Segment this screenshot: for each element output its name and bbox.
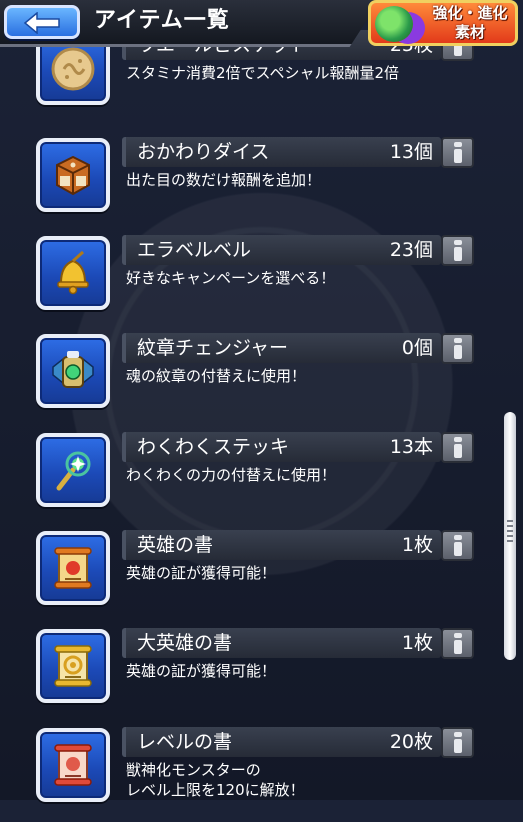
item-description: スタミナ消費2倍でスペシャル報酬量2倍: [126, 64, 400, 82]
emblem-changer-icon: [36, 334, 110, 408]
item-name: レベルの書: [137, 731, 233, 753]
info-button[interactable]: [441, 235, 474, 266]
info-button[interactable]: [441, 333, 474, 364]
item-count: 1枚: [401, 534, 433, 556]
material-button-label: 強化・進化 素材: [432, 4, 508, 41]
info-button[interactable]: [441, 530, 474, 561]
great-scroll-icon: [36, 629, 110, 703]
scrollbar-grip: [507, 520, 513, 544]
item-name-bar: レベルの書 20枚: [122, 727, 441, 757]
item-name: 紋章チェンジャー: [137, 337, 289, 359]
list-item[interactable]: おかわりダイス 13個 出た目の数だけ報酬を追加！: [0, 134, 523, 232]
info-button[interactable]: [441, 432, 474, 463]
info-icon: [454, 240, 462, 261]
item-description: 魂の紋章の付替えに使用！: [126, 367, 307, 385]
item-description: 英雄の証が獲得可能！: [126, 662, 277, 680]
item-name-bar: 紋章チェンジャー 0個: [122, 333, 441, 363]
item-count: 1枚: [401, 632, 433, 654]
item-name-bar: わくわくステッキ 13本: [122, 432, 441, 462]
item-list[interactable]: ウエールビスケット 25枚 スタミナ消費2倍でスペシャル報酬量2倍 おかわりダイ…: [0, 0, 523, 802]
item-count: 20枚: [389, 731, 433, 753]
item-count: 23個: [389, 239, 433, 261]
list-item[interactable]: エラベルベル 23個 好きなキャンペーンを選べる！: [0, 232, 523, 330]
info-icon: [454, 437, 462, 458]
item-name-bar: 英雄の書 1枚: [122, 530, 441, 560]
item-count: 13本: [389, 436, 433, 458]
dice-icon: [36, 138, 110, 212]
arrow-left-icon: [23, 12, 60, 34]
enhance-evolve-material-button[interactable]: 強化・進化 素材: [368, 0, 518, 46]
info-button[interactable]: [441, 137, 474, 168]
item-name: わくわくステッキ: [137, 436, 290, 458]
back-button[interactable]: [4, 5, 80, 39]
item-description: 出た目の数だけ報酬を追加！: [126, 171, 322, 189]
scrollbar[interactable]: [504, 412, 516, 660]
list-item[interactable]: 紋章チェンジャー 0個 魂の紋章の付替えに使用！: [0, 330, 523, 428]
info-button[interactable]: [441, 727, 474, 758]
info-icon: [454, 338, 462, 359]
item-description: 獣神化モンスターの レベル上限を120に解放！: [126, 761, 305, 799]
material-orb-icon: [375, 6, 413, 42]
info-icon: [454, 633, 462, 654]
item-name-bar: おかわりダイス 13個: [122, 137, 441, 167]
item-description: 好きなキャンペーンを選べる！: [126, 269, 336, 287]
item-name: 英雄の書: [137, 534, 214, 556]
item-name: おかわりダイス: [137, 141, 270, 163]
item-name: エラベルベル: [137, 239, 252, 261]
header: アイテム一覧 強化・進化 素材: [0, 0, 523, 48]
list-item[interactable]: 大英雄の書 1枚 英雄の証が獲得可能！: [0, 625, 523, 723]
item-name-bar: 大英雄の書 1枚: [122, 628, 441, 658]
level-scroll-icon: [36, 728, 110, 802]
wand-icon: [36, 433, 110, 507]
item-description: 英雄の証が獲得可能！: [126, 564, 277, 582]
list-item[interactable]: 英雄の書 1枚 英雄の証が獲得可能！: [0, 527, 523, 625]
list-item[interactable]: レベルの書 20枚 獣神化モンスターの レベル上限を120に解放！: [0, 724, 523, 822]
info-icon: [454, 732, 462, 753]
item-count: 13個: [389, 141, 433, 163]
item-name-bar: エラベルベル 23個: [122, 235, 441, 265]
item-description: わくわくの力の付替えに使用！: [126, 466, 337, 484]
page-title: アイテム一覧: [94, 8, 230, 33]
list-item[interactable]: わくわくステッキ 13本 わくわくの力の付替えに使用！: [0, 429, 523, 527]
info-icon: [454, 535, 462, 556]
bell-icon: [36, 236, 110, 310]
info-icon: [454, 142, 462, 163]
item-name: 大英雄の書: [137, 632, 233, 654]
scroll-icon: [36, 531, 110, 605]
item-count: 0個: [401, 337, 433, 359]
info-button[interactable]: [441, 628, 474, 659]
